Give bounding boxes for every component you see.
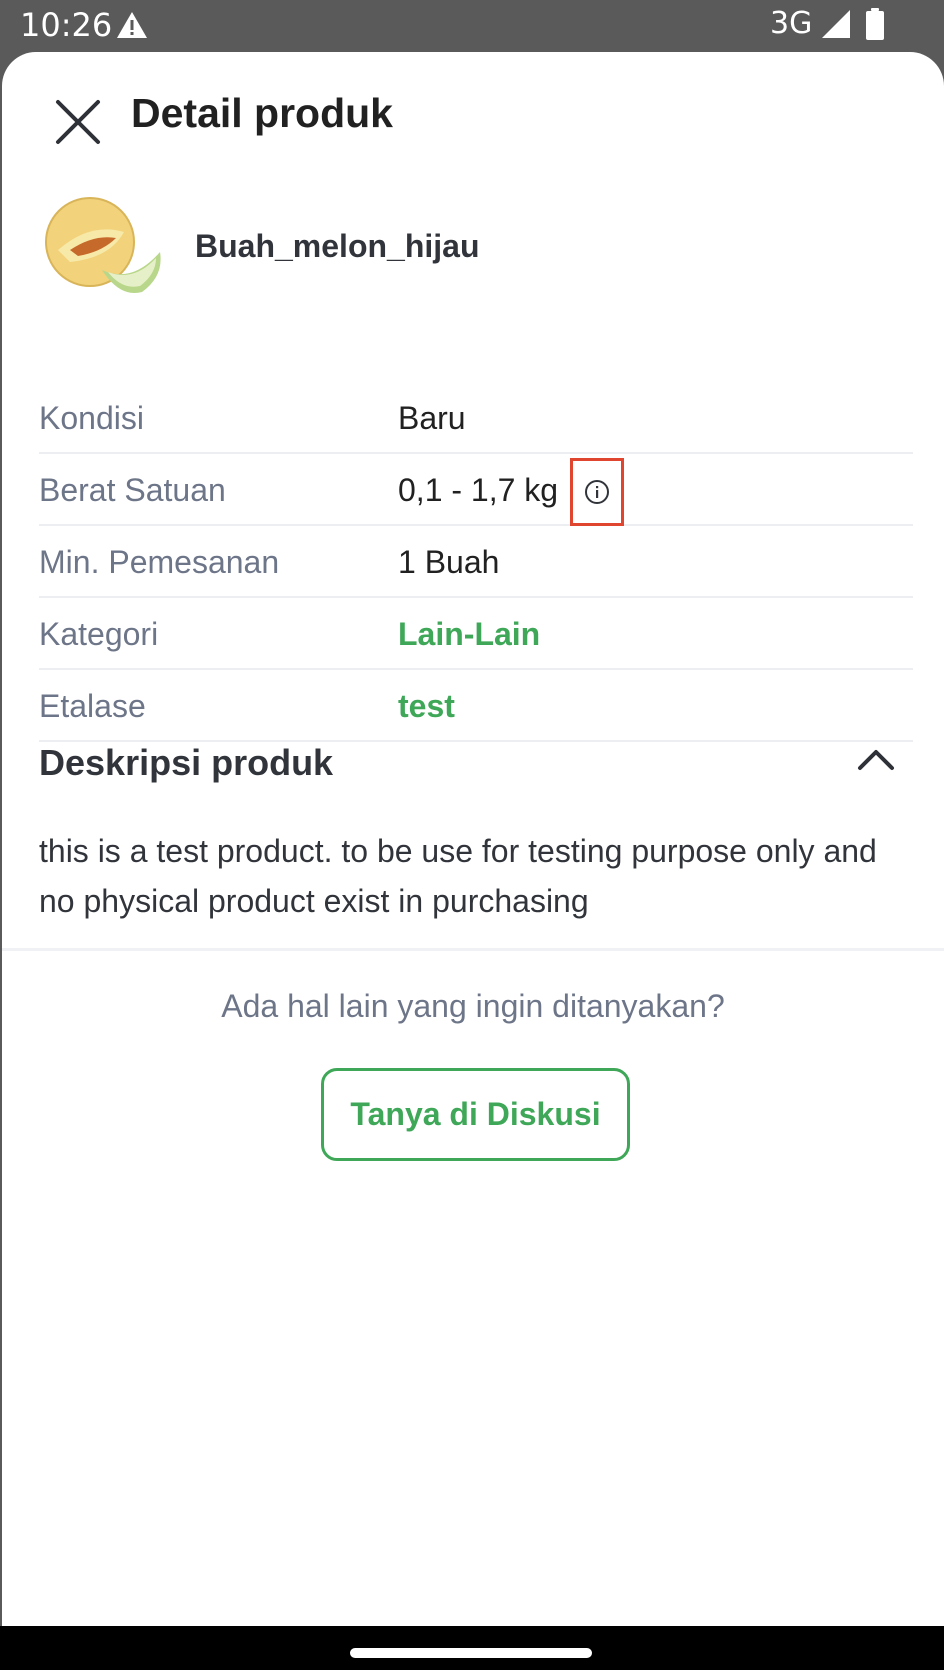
info-row-kategori: Kategori Lain-Lain (39, 598, 913, 670)
info-value: 0,1 - 1,7 kg (398, 472, 559, 508)
info-row-min-pemesanan: Min. Pemesanan 1 Buah (39, 526, 913, 598)
description-text: this is a test product. to be use for te… (39, 833, 877, 919)
category-link[interactable]: Lain-Lain (398, 616, 540, 653)
info-row-kondisi: Kondisi Baru (39, 382, 913, 454)
info-value: 1 Buah (398, 544, 500, 580)
signal-icon (822, 10, 850, 38)
info-icon (585, 480, 609, 504)
info-label: Kondisi (39, 400, 144, 436)
product-detail-sheet: Detail produk Buah_melon_hijau Kondisi B… (2, 52, 944, 1626)
weight-info-button[interactable] (570, 458, 624, 526)
info-label: Etalase (39, 688, 146, 724)
info-row-berat-satuan: Berat Satuan 0,1 - 1,7 kg (39, 454, 913, 526)
status-time: 10:26 (20, 6, 113, 44)
info-label: Kategori (39, 616, 159, 652)
ask-discussion-button[interactable]: Tanya di Diskusi (321, 1068, 630, 1161)
discussion-prompt: Ada hal lain yang ingin ditanyakan? (221, 988, 725, 1024)
info-value: Baru (398, 400, 466, 436)
network-type: 3G (770, 6, 813, 41)
status-bar: 10:26 3G (0, 0, 944, 52)
info-label: Min. Pemesanan (39, 544, 280, 580)
description-title: Deskripsi produk (39, 742, 334, 783)
etalase-link[interactable]: test (398, 688, 455, 725)
home-handle[interactable] (350, 1648, 592, 1658)
warning-icon (117, 12, 147, 38)
product-info-table: Kondisi Baru Berat Satuan 0,1 - 1,7 kg M… (39, 382, 913, 742)
info-row-etalase: Etalase test (39, 670, 913, 742)
section-divider (2, 948, 944, 951)
page-title: Detail produk (131, 90, 393, 136)
battery-icon (866, 8, 884, 40)
chevron-up-icon[interactable] (854, 738, 898, 782)
product-name: Buah_melon_hijau (195, 228, 480, 264)
close-icon[interactable] (52, 96, 104, 148)
info-label: Berat Satuan (39, 472, 226, 508)
product-image (45, 197, 161, 294)
